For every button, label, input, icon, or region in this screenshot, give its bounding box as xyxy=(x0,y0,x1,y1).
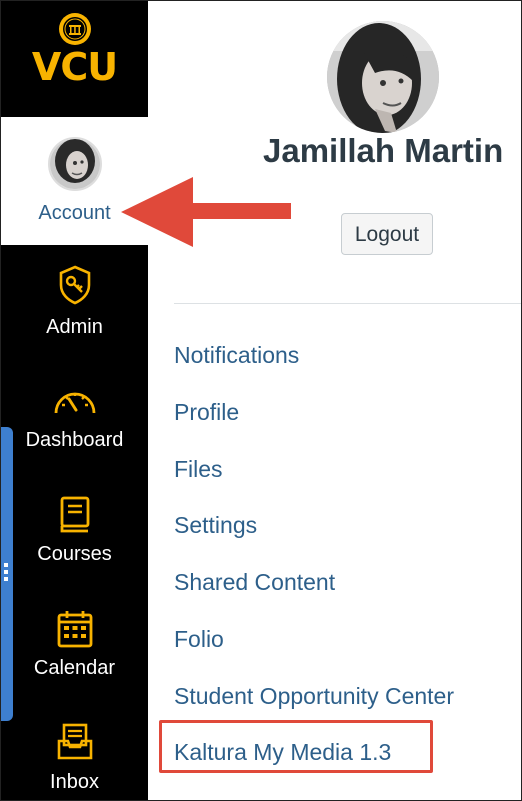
profile-avatar xyxy=(327,21,439,133)
nav-item-inbox[interactable]: Inbox xyxy=(1,723,148,800)
drag-dots-icon xyxy=(3,563,9,584)
account-tray: Jamillah Martin Logout Notifications Pro… xyxy=(148,1,521,800)
link-settings[interactable]: Settings xyxy=(174,512,257,539)
highlight-annotation-box xyxy=(159,720,433,773)
avatar xyxy=(48,137,102,191)
link-folio[interactable]: Folio xyxy=(174,626,224,653)
nav-item-label: Calendar xyxy=(33,657,116,679)
link-student-opportunity-center[interactable]: Student Opportunity Center xyxy=(174,683,454,710)
logo-text: VCU xyxy=(31,45,118,89)
user-name: Jamillah Martin xyxy=(263,132,504,169)
speedometer-icon xyxy=(54,392,95,414)
nav-item-label: Inbox xyxy=(50,771,99,793)
nav-item-calendar[interactable]: Calendar xyxy=(1,609,148,689)
vcu-logo[interactable]: VCU xyxy=(1,1,148,117)
nav-item-admin[interactable]: Admin xyxy=(1,263,148,343)
global-navigation: VCU Account Admin Dashboard Courses Cale… xyxy=(1,1,148,800)
nav-item-label: Courses xyxy=(37,543,112,565)
nav-item-dashboard[interactable]: Dashboard xyxy=(1,381,148,461)
calendar-icon xyxy=(57,611,92,648)
inbox-icon xyxy=(57,723,92,760)
shield-key-icon xyxy=(59,265,90,305)
nav-item-label: Admin xyxy=(46,316,103,338)
divider xyxy=(174,303,521,304)
logout-button[interactable]: Logout xyxy=(341,213,433,255)
link-shared-content[interactable]: Shared Content xyxy=(174,569,335,596)
book-icon xyxy=(60,496,89,533)
red-arrow-icon xyxy=(121,177,291,247)
app-window: VCU Account Admin Dashboard Courses Cale… xyxy=(0,0,522,801)
nav-item-label: Dashboard xyxy=(25,429,124,451)
seal-icon xyxy=(59,13,91,45)
link-notifications[interactable]: Notifications xyxy=(174,342,299,369)
link-files[interactable]: Files xyxy=(174,456,223,483)
link-profile[interactable]: Profile xyxy=(174,399,239,426)
nav-item-courses[interactable]: Courses xyxy=(1,495,148,575)
